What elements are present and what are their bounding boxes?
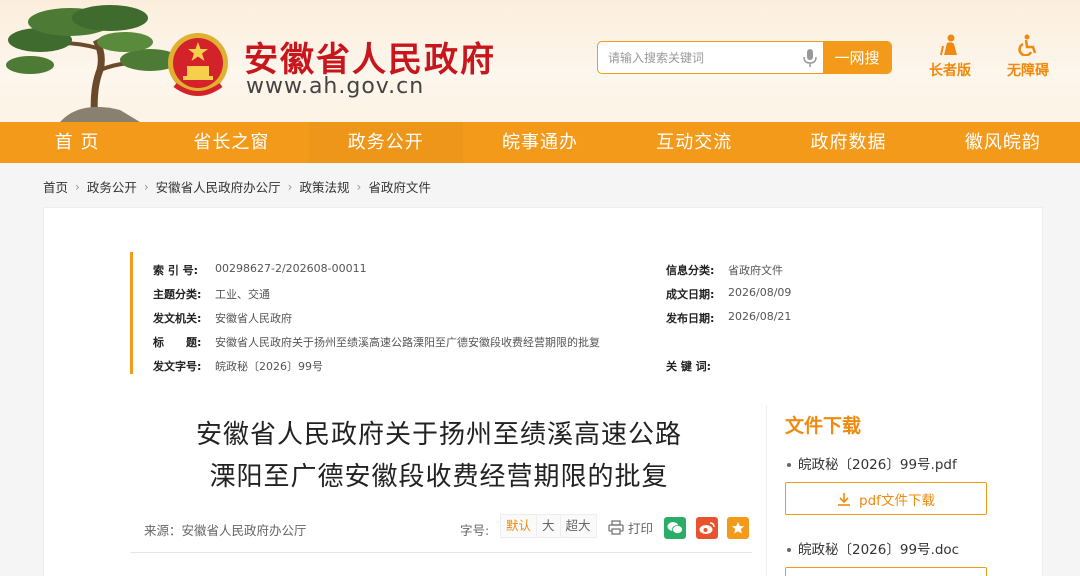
share-weibo-button[interactable]: [696, 517, 718, 539]
font-size-xlarge[interactable]: 超大: [561, 515, 596, 537]
file-item[interactable]: 皖政秘〔2026〕99号.pdf: [787, 453, 957, 473]
main-nav: 首 页 省长之窗 政务公开 皖事通办 互动交流 政府数据 徽风皖韵: [0, 122, 1080, 163]
accessibility-label: 无障碍: [1007, 63, 1049, 79]
site-url: www.ah.gov.cn: [246, 74, 425, 99]
font-size-selector: 默认 大 超大: [500, 514, 597, 538]
nav-interaction[interactable]: 互动交流: [617, 122, 771, 163]
search-button[interactable]: 一网搜: [823, 42, 891, 73]
weibo-icon: [699, 522, 715, 534]
chevron-right-icon: ›: [143, 179, 149, 194]
wechat-icon: [667, 522, 683, 534]
file-download-sidebar: 文件下载 皖政秘〔2026〕99号.pdf pdf文件下载 皖政秘〔2026〕9…: [766, 405, 1036, 576]
nav-home[interactable]: 首 页: [0, 122, 154, 163]
nav-governor[interactable]: 省长之窗: [154, 122, 308, 163]
nav-gov-affairs[interactable]: 政务公开: [309, 122, 463, 163]
nav-services[interactable]: 皖事通办: [463, 122, 617, 163]
print-button[interactable]: 打印: [608, 518, 653, 537]
bullet-icon: [787, 463, 791, 467]
meta-keywords: 关 键 词:: [666, 360, 712, 373]
breadcrumb-files[interactable]: 省政府文件: [368, 177, 431, 196]
printer-icon: [608, 520, 624, 535]
search-input[interactable]: [598, 42, 823, 73]
meta-published-date: 发布日期: 2026/08/21: [666, 310, 792, 325]
chevron-right-icon: ›: [75, 179, 80, 194]
file-download-title: 文件下载: [785, 415, 862, 437]
breadcrumb-policy[interactable]: 政策法规: [299, 177, 349, 196]
chevron-right-icon: ›: [287, 179, 293, 194]
national-emblem-icon: [168, 33, 228, 96]
meta-topic: 主题分类: 工业、交通: [153, 288, 270, 301]
font-size-default[interactable]: 默认: [501, 515, 538, 537]
document-toolbar: 来源：安徽省人民政府办公厅 字号: 默认 大 超大 打印: [130, 511, 752, 553]
document-source: 来源：安徽省人民政府办公厅: [144, 523, 307, 538]
elder-mode-label: 长者版: [929, 63, 971, 79]
content-panel: 索 引 号: 00298627-2/202608-00011 信息分类: 省政府…: [43, 207, 1043, 576]
font-size-large[interactable]: 大: [537, 515, 561, 537]
file-item[interactable]: 皖政秘〔2026〕99号.doc: [787, 538, 959, 558]
breadcrumb-office[interactable]: 安徽省人民政府办公厅: [156, 177, 281, 196]
breadcrumb-gov-affairs[interactable]: 政务公开: [87, 177, 137, 196]
microphone-icon[interactable]: [803, 49, 817, 67]
nav-gov-data[interactable]: 政府数据: [771, 122, 925, 163]
font-size-label: 字号:: [460, 523, 490, 538]
chevron-right-icon: ›: [356, 179, 362, 194]
star-icon: [732, 522, 744, 534]
download-icon: [838, 492, 851, 506]
breadcrumb: 首页 › 政务公开 › 安徽省人民政府办公厅 › 政策法规 › 省政府文件: [43, 177, 431, 196]
site-header: 安徽省人民政府 www.ah.gov.cn 一网搜 长者版 无障碍: [0, 0, 1080, 122]
meta-index: 索 引 号: 00298627-2/202608-00011: [153, 262, 367, 277]
meta-formed-date: 成文日期: 2026/08/09: [666, 286, 792, 301]
elder-mode-button[interactable]: 长者版: [920, 34, 980, 80]
meta-title: 标 题: 安徽省人民政府关于扬州至绩溪高速公路溧阳至广德安徽段收费经营期限的批复: [153, 336, 600, 349]
accessibility-button[interactable]: 无障碍: [998, 34, 1058, 80]
document-metadata: 索 引 号: 00298627-2/202608-00011 信息分类: 省政府…: [130, 252, 810, 374]
document-title: 安徽省人民政府关于扬州至绩溪高速公路 溧阳至广德安徽段收费经营期限的批复: [195, 420, 682, 492]
meta-doc-number: 发文字号: 皖政秘〔2026〕99号: [153, 360, 323, 373]
breadcrumb-home[interactable]: 首页: [43, 177, 68, 196]
bullet-icon: [787, 548, 791, 552]
favorite-button[interactable]: [727, 517, 749, 539]
meta-category: 信息分类: 省政府文件: [666, 264, 783, 277]
wheelchair-icon: [1018, 34, 1037, 56]
print-label: 打印: [628, 521, 654, 536]
doc-download-button[interactable]: [785, 567, 987, 576]
share-wechat-button[interactable]: [664, 517, 686, 539]
pdf-download-button[interactable]: pdf文件下载: [785, 482, 987, 515]
elder-icon: [940, 34, 957, 56]
meta-issuer: 发文机关: 安徽省人民政府: [153, 312, 292, 325]
nav-culture[interactable]: 徽风皖韵: [926, 122, 1080, 163]
search-box: 一网搜: [597, 41, 892, 74]
